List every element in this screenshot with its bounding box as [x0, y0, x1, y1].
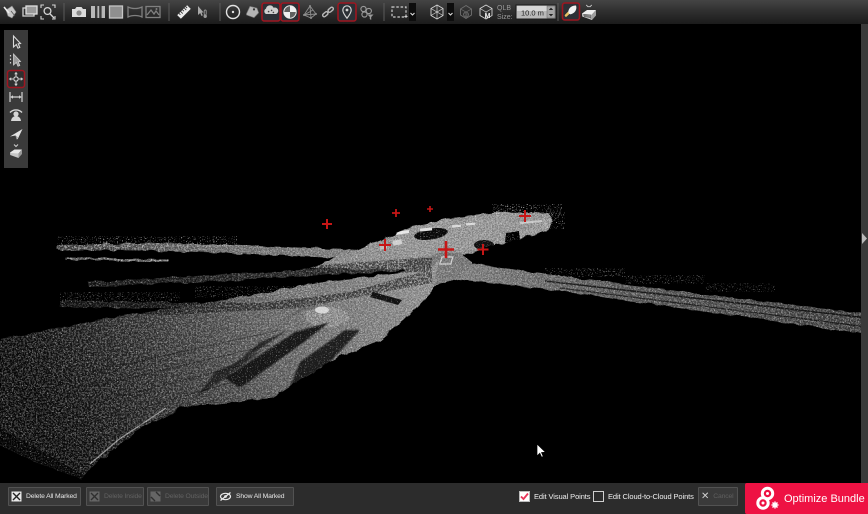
svg-text:M: M	[485, 13, 491, 20]
svg-text:Size:: Size:	[497, 14, 513, 21]
svg-text:CS: CS	[463, 12, 469, 17]
svg-text:10.0 m: 10.0 m	[521, 9, 544, 18]
svg-text:QLB: QLB	[497, 5, 511, 12]
